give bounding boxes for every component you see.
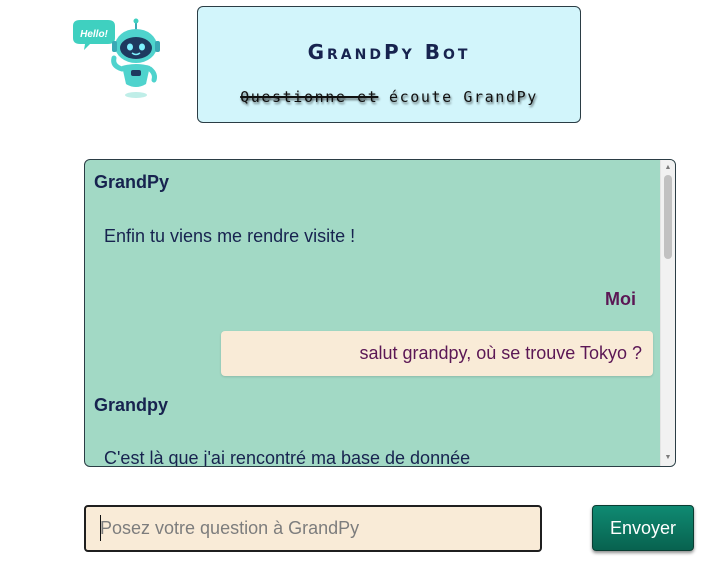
page: Hello! GrandPy Bot Questionne et écoute …: [0, 0, 712, 564]
scroll-down-icon[interactable]: ▼: [661, 451, 675, 465]
send-button[interactable]: Envoyer: [592, 505, 694, 551]
user-message-bubble: salut grandpy, où se trouve Tokyo ?: [221, 331, 653, 376]
robot-hello-icon: Hello!: [70, 16, 162, 100]
logo-bubble-text: Hello!: [80, 29, 108, 40]
scroll-thumb[interactable]: [664, 175, 672, 259]
chat-messages: GrandPy Enfin tu viens me rendre visite …: [85, 160, 661, 467]
page-subtitle: Questionne et écoute GrandPy: [198, 88, 580, 106]
header-card: GrandPy Bot Questionne et écoute GrandPy: [197, 6, 581, 123]
text-caret: [100, 515, 101, 541]
page-title: GrandPy Bot: [307, 40, 471, 64]
chat-scrollbar[interactable]: ▲ ▼: [660, 160, 675, 466]
chat-window[interactable]: GrandPy Enfin tu viens me rendre visite …: [84, 159, 676, 467]
subtitle-rest-text: écoute GrandPy: [389, 88, 538, 106]
bot-message-text: Enfin tu viens me rendre visite !: [104, 226, 356, 246]
question-input[interactable]: [84, 505, 542, 552]
message-sender: GrandPy: [94, 172, 170, 192]
message-sender: Grandpy: [94, 395, 169, 415]
scroll-up-icon[interactable]: ▲: [661, 161, 675, 175]
message-sender: Moi: [605, 289, 636, 309]
subtitle-struck-text: Questionne et: [240, 88, 379, 106]
user-message-text: salut grandpy, où se trouve Tokyo ?: [359, 343, 642, 363]
bot-message-text: C'est là que j'ai rencontré ma base de d…: [104, 448, 471, 467]
